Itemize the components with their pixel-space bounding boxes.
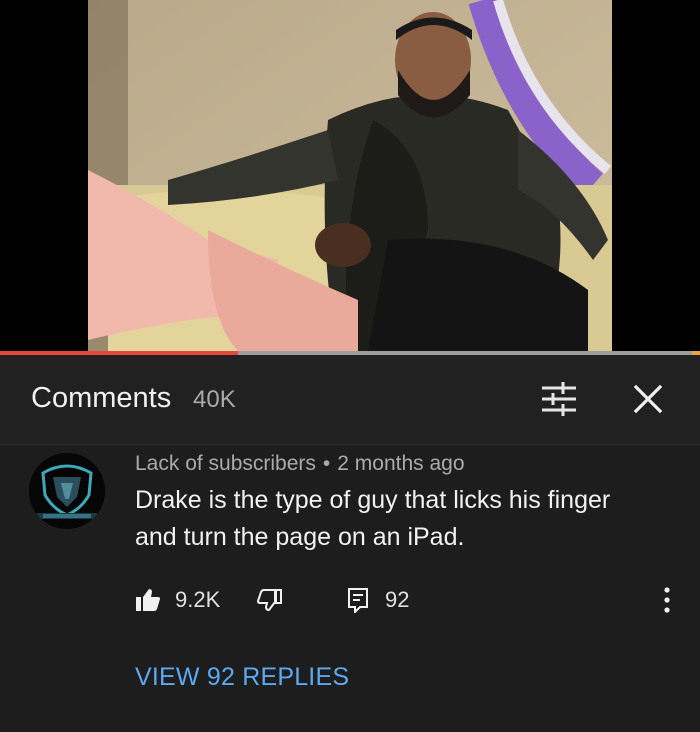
- video-player[interactable]: [0, 0, 700, 351]
- reply-icon: [348, 588, 368, 613]
- sort-filter-button[interactable]: [540, 381, 578, 417]
- video-still-image: [88, 0, 612, 351]
- comment-meta: Lack of subscribers • 2 months ago: [135, 452, 465, 476]
- thumbs-down-icon: [257, 589, 282, 612]
- avatar[interactable]: [29, 453, 105, 529]
- comments-title: Comments: [31, 382, 172, 414]
- reply-count: 92: [385, 587, 410, 612]
- comments-count: 40K: [193, 386, 236, 413]
- dislike-button[interactable]: [257, 583, 283, 617]
- more-vertical-icon: [664, 587, 670, 613]
- thumbs-up-icon: [136, 589, 160, 611]
- comment-thread: Lack of subscribers • 2 months ago Drake i…: [0, 445, 700, 732]
- comment-text: Drake is the type of guy that licks his …: [135, 486, 611, 551]
- like-count: 9.2K: [175, 587, 221, 612]
- reply-button[interactable]: 92: [347, 583, 409, 617]
- comment-actions: 9.2K 92: [135, 583, 675, 617]
- more-options-button[interactable]: [655, 583, 679, 617]
- meta-separator: •: [322, 452, 331, 475]
- close-icon: [633, 384, 663, 414]
- view-replies-link[interactable]: VIEW 92 REPLIES: [135, 663, 349, 692]
- channel-logo-icon: [29, 453, 105, 529]
- sliders-icon: [542, 382, 576, 416]
- comments-header: Comments 40K: [0, 355, 700, 445]
- comment-timestamp: 2 months ago: [337, 452, 465, 475]
- video-frame: [88, 0, 612, 351]
- like-button[interactable]: 9.2K: [135, 583, 220, 617]
- close-comments-button[interactable]: [630, 381, 666, 417]
- comment-author[interactable]: Lack of subscribers: [135, 452, 316, 475]
